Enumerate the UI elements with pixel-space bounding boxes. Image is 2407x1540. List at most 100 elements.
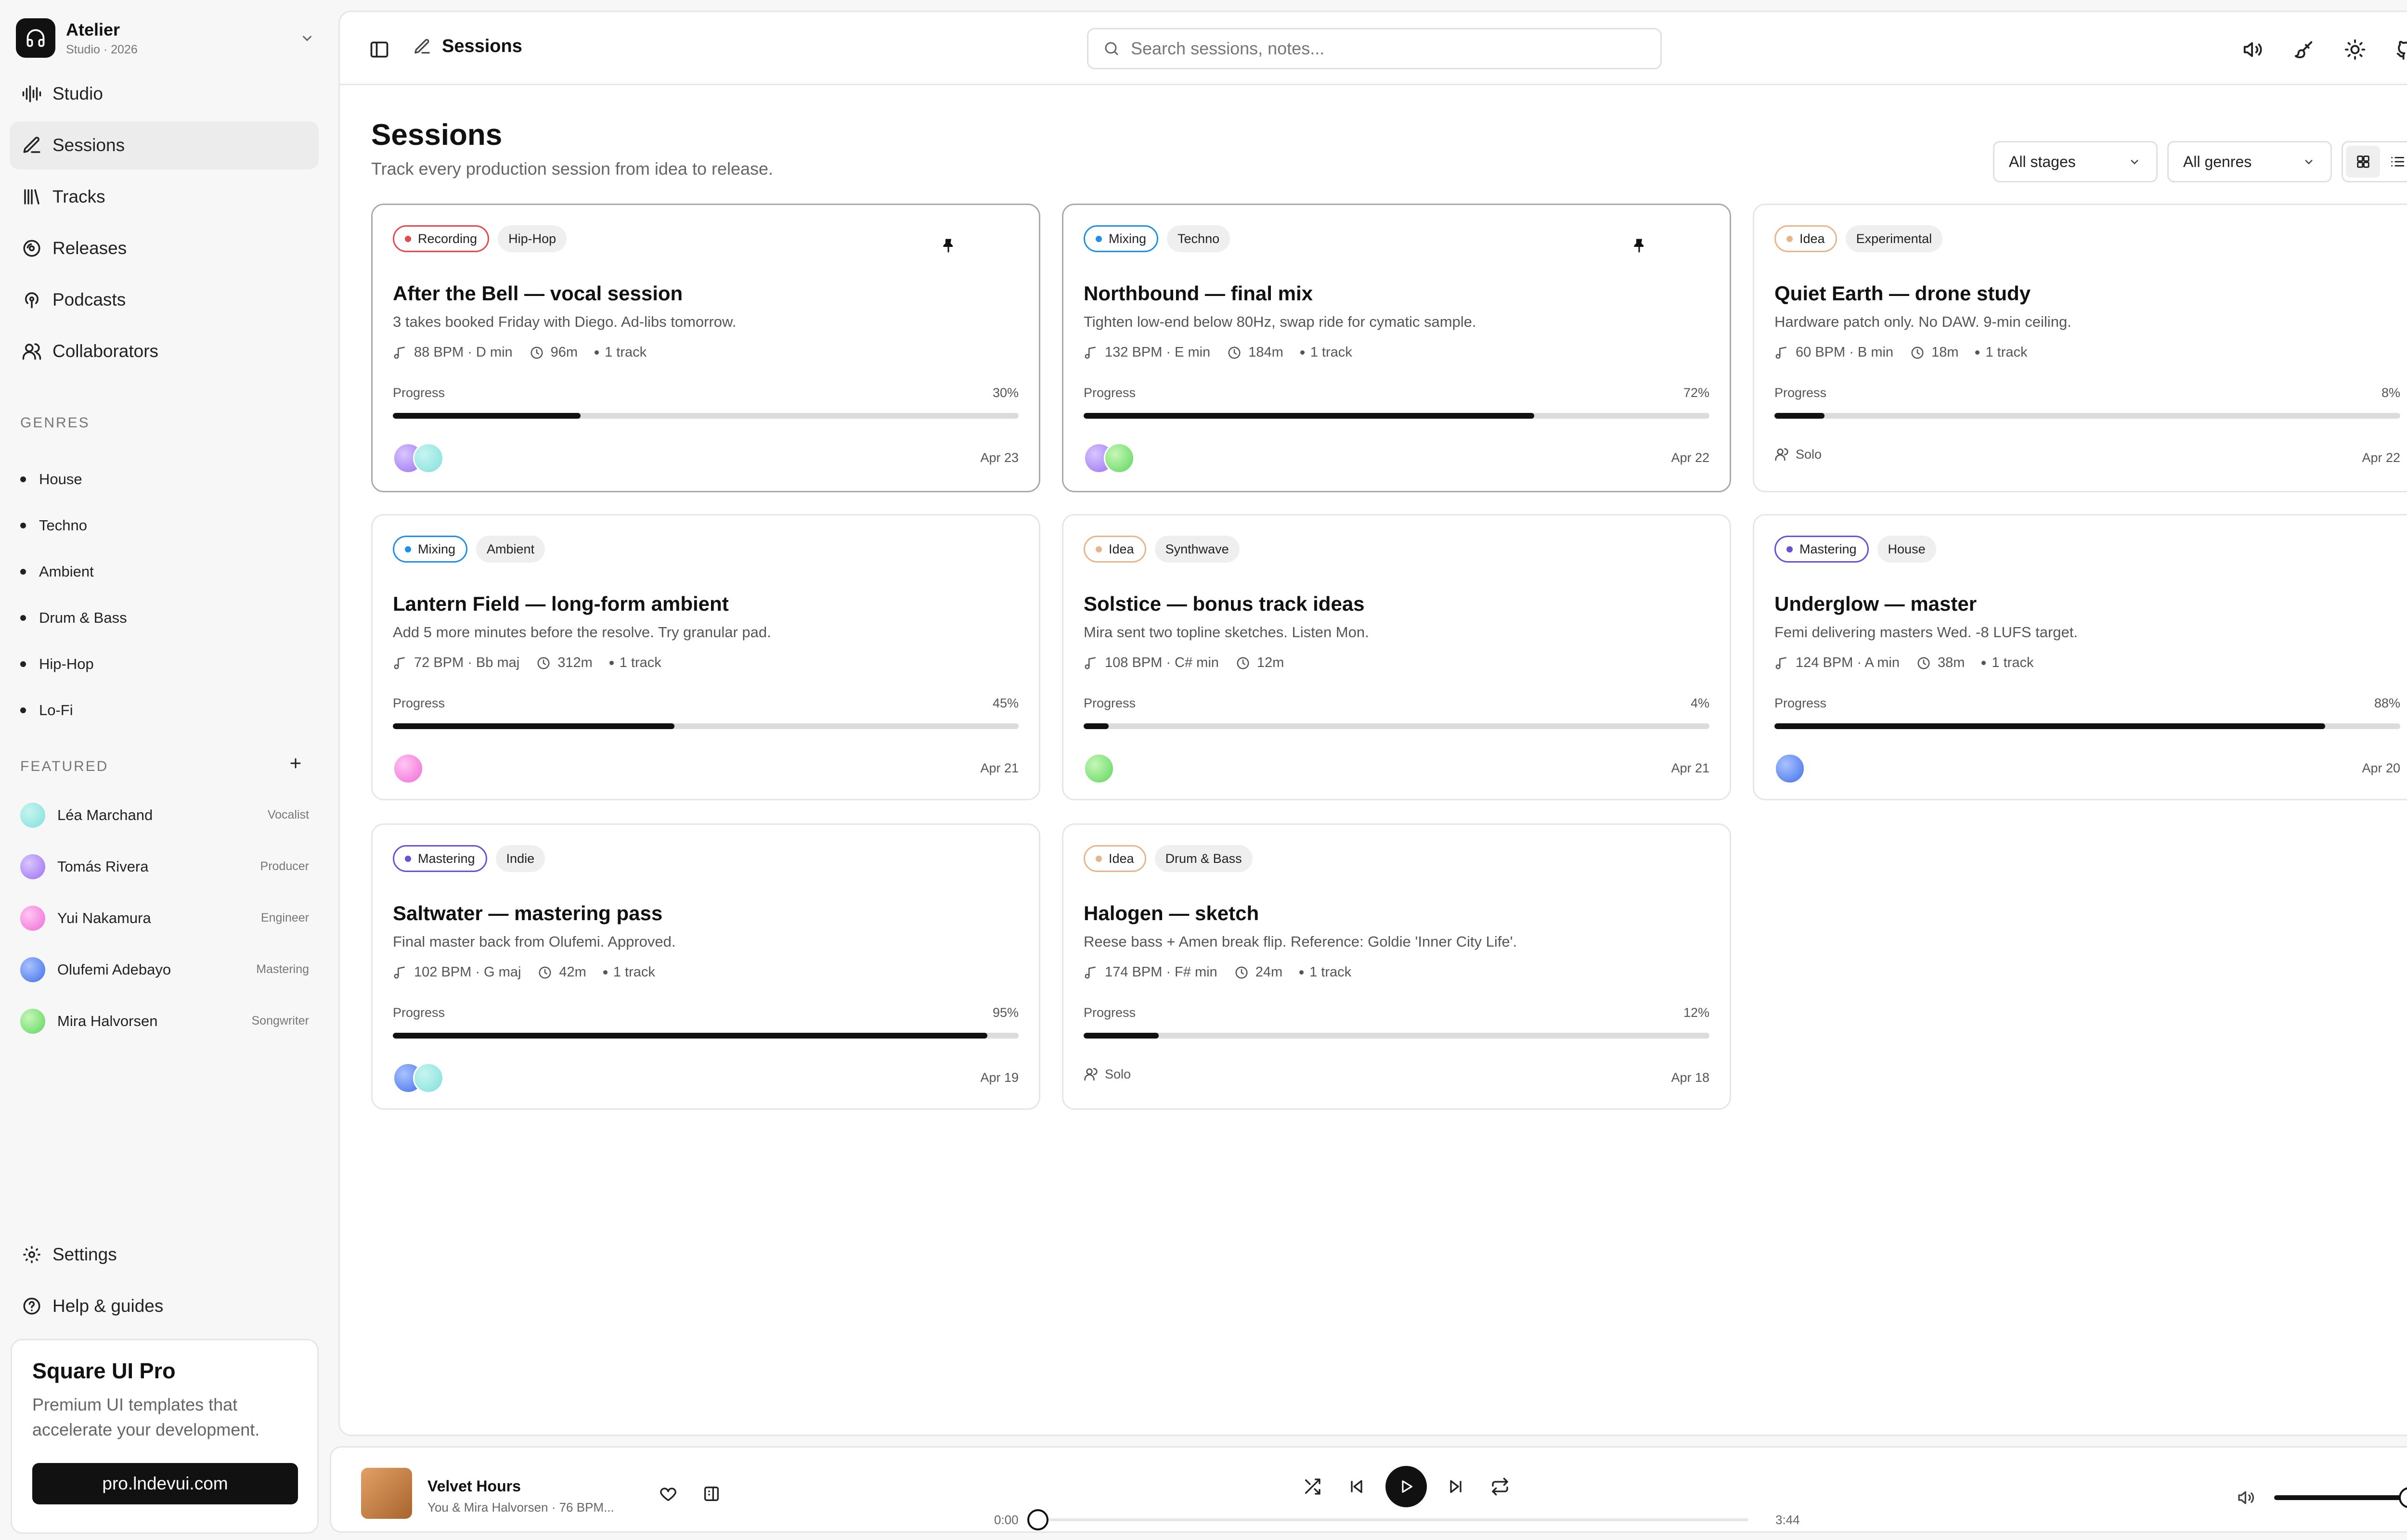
featured-person[interactable]: Tomás Rivera Producer	[20, 841, 309, 892]
promo-link-button[interactable]: pro.lndevui.com	[32, 1463, 298, 1504]
brush-icon[interactable]	[2291, 36, 2317, 63]
nav-item-collaborators[interactable]: Collaborators	[10, 327, 319, 375]
featured-person[interactable]: Léa Marchand Vocalist	[20, 789, 309, 841]
tempo-key: 124 BPM · A min	[1774, 655, 1900, 671]
next-icon[interactable]	[1446, 1477, 1465, 1496]
volume-slider[interactable]	[2274, 1487, 2407, 1508]
featured-person[interactable]: Yui Nakamura Engineer	[20, 892, 309, 944]
progress-bar	[393, 1033, 1019, 1039]
nav-label: Releases	[52, 238, 127, 258]
genre-badge: Synthwave	[1154, 536, 1240, 563]
session-card[interactable]: Idea Drum & Bass Halogen — sketch Reese bas…	[1062, 823, 1731, 1110]
genre-item-techno[interactable]: Techno	[20, 502, 127, 549]
progress-value: 88%	[2374, 696, 2400, 710]
chevron-down-icon	[2131, 160, 2138, 165]
pin-icon[interactable]	[1631, 237, 1648, 254]
session-card[interactable]: Idea Experimental Quiet Earth — drone stud…	[1753, 204, 2407, 492]
progress-bar	[393, 413, 1019, 419]
search-input[interactable]	[1131, 38, 1612, 59]
previous-icon[interactable]	[1347, 1477, 1366, 1496]
sidebar-toggle-icon[interactable]	[369, 39, 390, 60]
pen-icon	[414, 38, 430, 53]
progress-label: Progress	[393, 385, 445, 400]
nav-item-tracks[interactable]: Tracks	[10, 173, 319, 221]
session-meta: 174 BPM · F# min 24m 1 track	[1084, 964, 1368, 980]
avatar	[393, 753, 424, 784]
volume-icon[interactable]	[2237, 1488, 2256, 1507]
genre-list: House Techno Ambient Drum & Bass Hip-Hop…	[20, 456, 127, 733]
session-card[interactable]: Mastering Indie Saltwater — mastering pass…	[371, 823, 1040, 1110]
user-icon	[1084, 1068, 1098, 1081]
podcast-icon	[25, 292, 39, 308]
heart-icon[interactable]	[659, 1484, 678, 1503]
genre-item-lo-fi[interactable]: Lo-Fi	[20, 687, 127, 733]
grid-view-button[interactable]	[2346, 146, 2380, 178]
featured-person[interactable]: Mira Halvorsen Songwriter	[20, 995, 309, 1047]
github-icon[interactable]	[2393, 36, 2407, 63]
avatar	[413, 443, 444, 474]
nav-item-releases[interactable]: Releases	[10, 224, 319, 272]
tempo-key: 108 BPM · C# min	[1084, 655, 1219, 671]
bottom-nav: Settings Help & guides	[10, 1231, 319, 1334]
nav-label: Podcasts	[52, 290, 126, 309]
progress-label: Progress	[1084, 1005, 1136, 1020]
tempo-key: 174 BPM · F# min	[1084, 964, 1217, 980]
sun-icon[interactable]	[2342, 36, 2368, 63]
nav-item-sessions[interactable]: Sessions	[10, 121, 319, 169]
session-card[interactable]: Recording Hip-Hop After the Bell — vocal s…	[371, 204, 1040, 492]
progress-value: 30%	[992, 385, 1019, 400]
track-count: 1 track	[595, 345, 647, 360]
genre-item-house[interactable]: House	[20, 456, 127, 502]
session-card[interactable]: Mastering House Underglow — master Femi del…	[1753, 514, 2407, 800]
music-note-icon	[1085, 657, 1096, 669]
nav-item-podcasts[interactable]: Podcasts	[10, 276, 319, 324]
search-box[interactable]	[1087, 28, 1662, 69]
volume-handle[interactable]	[2398, 1487, 2407, 1508]
nav-label: Sessions	[52, 135, 125, 155]
progress-fill	[1774, 413, 1825, 419]
featured-person[interactable]: Olufemi Adebayo Mastering	[20, 944, 309, 995]
session-card[interactable]: Idea Synthwave Solstice — bonus track idea…	[1062, 514, 1731, 800]
list-icon	[2391, 157, 2404, 167]
session-date: Apr 20	[2362, 761, 2400, 775]
stage-filter-select[interactable]: All stages	[1993, 141, 2158, 182]
workspace-name: Atelier	[66, 19, 120, 39]
progress-label: Progress	[393, 1005, 445, 1020]
lyrics-icon[interactable]	[702, 1484, 721, 1503]
session-duration: 12m	[1236, 655, 1284, 671]
pin-icon[interactable]	[940, 237, 957, 254]
progress-fill	[393, 1033, 987, 1039]
workspace-subtitle: Studio · 2026	[66, 42, 138, 56]
genre-filter-select[interactable]: All genres	[2167, 141, 2332, 182]
repeat-icon[interactable]	[1490, 1477, 1510, 1496]
genre-filter-value: All genres	[2183, 153, 2252, 170]
session-card[interactable]: Mixing Techno Northbound — final mix Tighte…	[1062, 204, 1731, 492]
genre-badge: Techno	[1167, 225, 1230, 252]
add-featured-plus-icon[interactable]	[287, 755, 304, 772]
clock-icon	[531, 346, 543, 359]
nav-item-studio[interactable]: Studio	[10, 70, 319, 118]
nav-item-settings[interactable]: Settings	[10, 1231, 319, 1279]
progress-label: Progress	[393, 696, 445, 710]
clock-icon	[1911, 346, 1924, 359]
shuffle-icon[interactable]	[1303, 1477, 1322, 1496]
genre-badge: Hip-Hop	[498, 225, 567, 252]
speaker-icon[interactable]	[2239, 36, 2266, 63]
seek-handle[interactable]	[1027, 1509, 1048, 1530]
genres-heading: GENRES	[20, 415, 90, 431]
genre-item-drum-bass[interactable]: Drum & Bass	[20, 595, 127, 641]
session-description: Final master back from Olufemi. Approved…	[393, 933, 676, 950]
genre-item-hip-hop[interactable]: Hip-Hop	[20, 641, 127, 687]
tempo-key: 60 BPM · B min	[1774, 345, 1893, 360]
music-note-icon	[394, 346, 405, 359]
progress-fill	[1084, 413, 1534, 419]
nav-item-help[interactable]: Help & guides	[10, 1282, 319, 1330]
play-button[interactable]	[1385, 1466, 1427, 1507]
progress-fill	[393, 413, 581, 419]
session-card[interactable]: Mixing Ambient Lantern Field — long-form a…	[371, 514, 1040, 800]
grid-icon	[2356, 155, 2369, 168]
seek-bar[interactable]	[1027, 1509, 1748, 1530]
list-view-button[interactable]	[2380, 146, 2407, 178]
genre-item-ambient[interactable]: Ambient	[20, 549, 127, 595]
workspace-switcher[interactable]: Atelier Studio · 2026	[16, 16, 321, 60]
